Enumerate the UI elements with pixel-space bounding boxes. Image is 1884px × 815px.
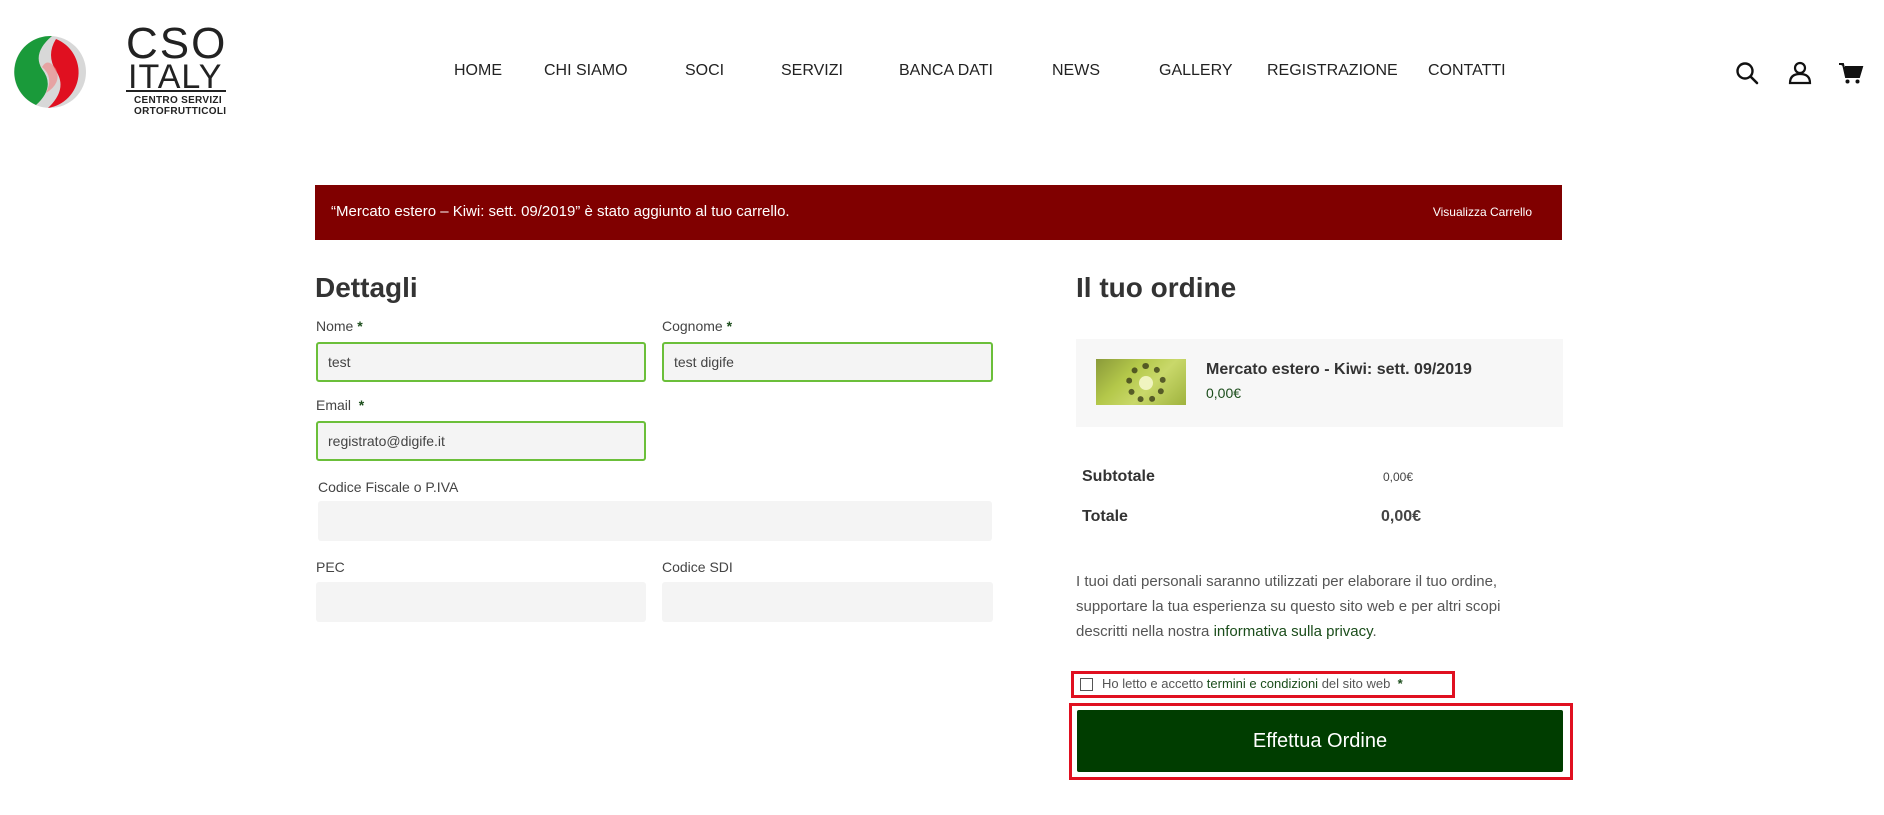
privacy-period: .: [1372, 623, 1377, 640]
product-thumbnail-kiwi-image: [1096, 359, 1186, 405]
codice-fiscale-label: Codice Fiscale o P.IVA: [318, 479, 459, 495]
codice-sdi-label: Codice SDI: [662, 559, 733, 575]
pec-label: PEC: [316, 559, 345, 575]
nome-field[interactable]: test: [316, 342, 646, 382]
nav-item-registrazione[interactable]: REGISTRAZIONE: [1267, 62, 1398, 80]
product-price: 0,00€: [1206, 385, 1242, 401]
pec-field[interactable]: [316, 582, 646, 622]
privacy-policy-link[interactable]: informativa sulla privacy: [1214, 623, 1373, 640]
terms-suffix: del sito web: [1321, 676, 1391, 691]
nome-label: Nome *: [316, 318, 363, 334]
required-mark: *: [358, 397, 365, 413]
required-mark: *: [726, 318, 733, 334]
logo-subtitle-2: ORTOFRUTTICOLI: [134, 106, 227, 117]
terms-label: Ho letto e accetto termini e condizioni …: [1102, 676, 1403, 691]
total-value: 0,00€: [1381, 508, 1422, 525]
logo-mark-icon: [14, 35, 86, 108]
cognome-label: Cognome *: [662, 318, 732, 334]
nav-item-gallery[interactable]: GALLERY: [1159, 62, 1233, 80]
logo-divider: [126, 90, 226, 92]
required-mark: *: [357, 318, 363, 334]
order-product-row: Mercato estero - Kiwi: sett. 09/2019 0,0…: [1076, 339, 1563, 427]
privacy-notice: I tuoi dati personali saranno utilizzati…: [1076, 569, 1546, 644]
email-label: Email *: [316, 397, 364, 413]
cart-notice-banner: “Mercato estero – Kiwi: sett. 09/2019” è…: [315, 185, 1562, 240]
nome-label-text: Nome: [316, 318, 354, 334]
total-label: Totale: [1082, 508, 1128, 525]
nav-item-contatti[interactable]: CONTATTI: [1428, 62, 1506, 80]
details-title: Dettagli: [315, 272, 418, 303]
nav-item-chi-siamo[interactable]: CHI SIAMO: [544, 62, 628, 80]
codice-fiscale-field[interactable]: [318, 501, 992, 541]
codice-sdi-field[interactable]: [662, 582, 993, 622]
logo-italy-text: ITALY: [128, 58, 223, 96]
cognome-field[interactable]: test digife: [662, 342, 993, 382]
view-cart-link[interactable]: Visualizza Carrello: [1433, 205, 1532, 219]
email-field[interactable]: registrato@digife.it: [316, 421, 646, 461]
order-title: Il tuo ordine: [1076, 272, 1237, 303]
terms-prefix: Ho letto e accetto: [1102, 676, 1204, 691]
nav-item-soci[interactable]: SOCI: [685, 62, 724, 80]
site-logo[interactable]: CSO ITALY CENTRO SERVIZI ORTOFRUTTICOLI: [12, 22, 232, 122]
cognome-label-text: Cognome: [662, 318, 723, 334]
logo-subtitle-1: CENTRO SERVIZI: [134, 95, 222, 106]
search-icon[interactable]: [1734, 60, 1760, 86]
cart-icon[interactable]: [1838, 60, 1864, 86]
user-icon[interactable]: [1787, 60, 1813, 86]
nav-item-home[interactable]: HOME: [454, 62, 502, 80]
nav-item-servizi[interactable]: SERVIZI: [781, 62, 843, 80]
place-order-button[interactable]: Effettua Ordine: [1077, 710, 1563, 772]
subtotal-value: 0,00€: [1383, 470, 1414, 484]
product-name: Mercato estero - Kiwi: sett. 09/2019: [1206, 361, 1472, 378]
cart-notice-message: “Mercato estero – Kiwi: sett. 09/2019” è…: [331, 203, 790, 220]
terms-checkbox[interactable]: [1080, 678, 1093, 691]
email-label-text: Email: [316, 397, 352, 413]
nav-item-news[interactable]: NEWS: [1052, 62, 1100, 80]
terms-link[interactable]: termini e condizioni: [1207, 676, 1318, 691]
required-mark: *: [1397, 676, 1403, 691]
subtotal-label: Subtotale: [1082, 468, 1155, 485]
kiwi-core: [1139, 376, 1153, 390]
nav-item-banca-dati[interactable]: BANCA DATI: [899, 62, 993, 80]
